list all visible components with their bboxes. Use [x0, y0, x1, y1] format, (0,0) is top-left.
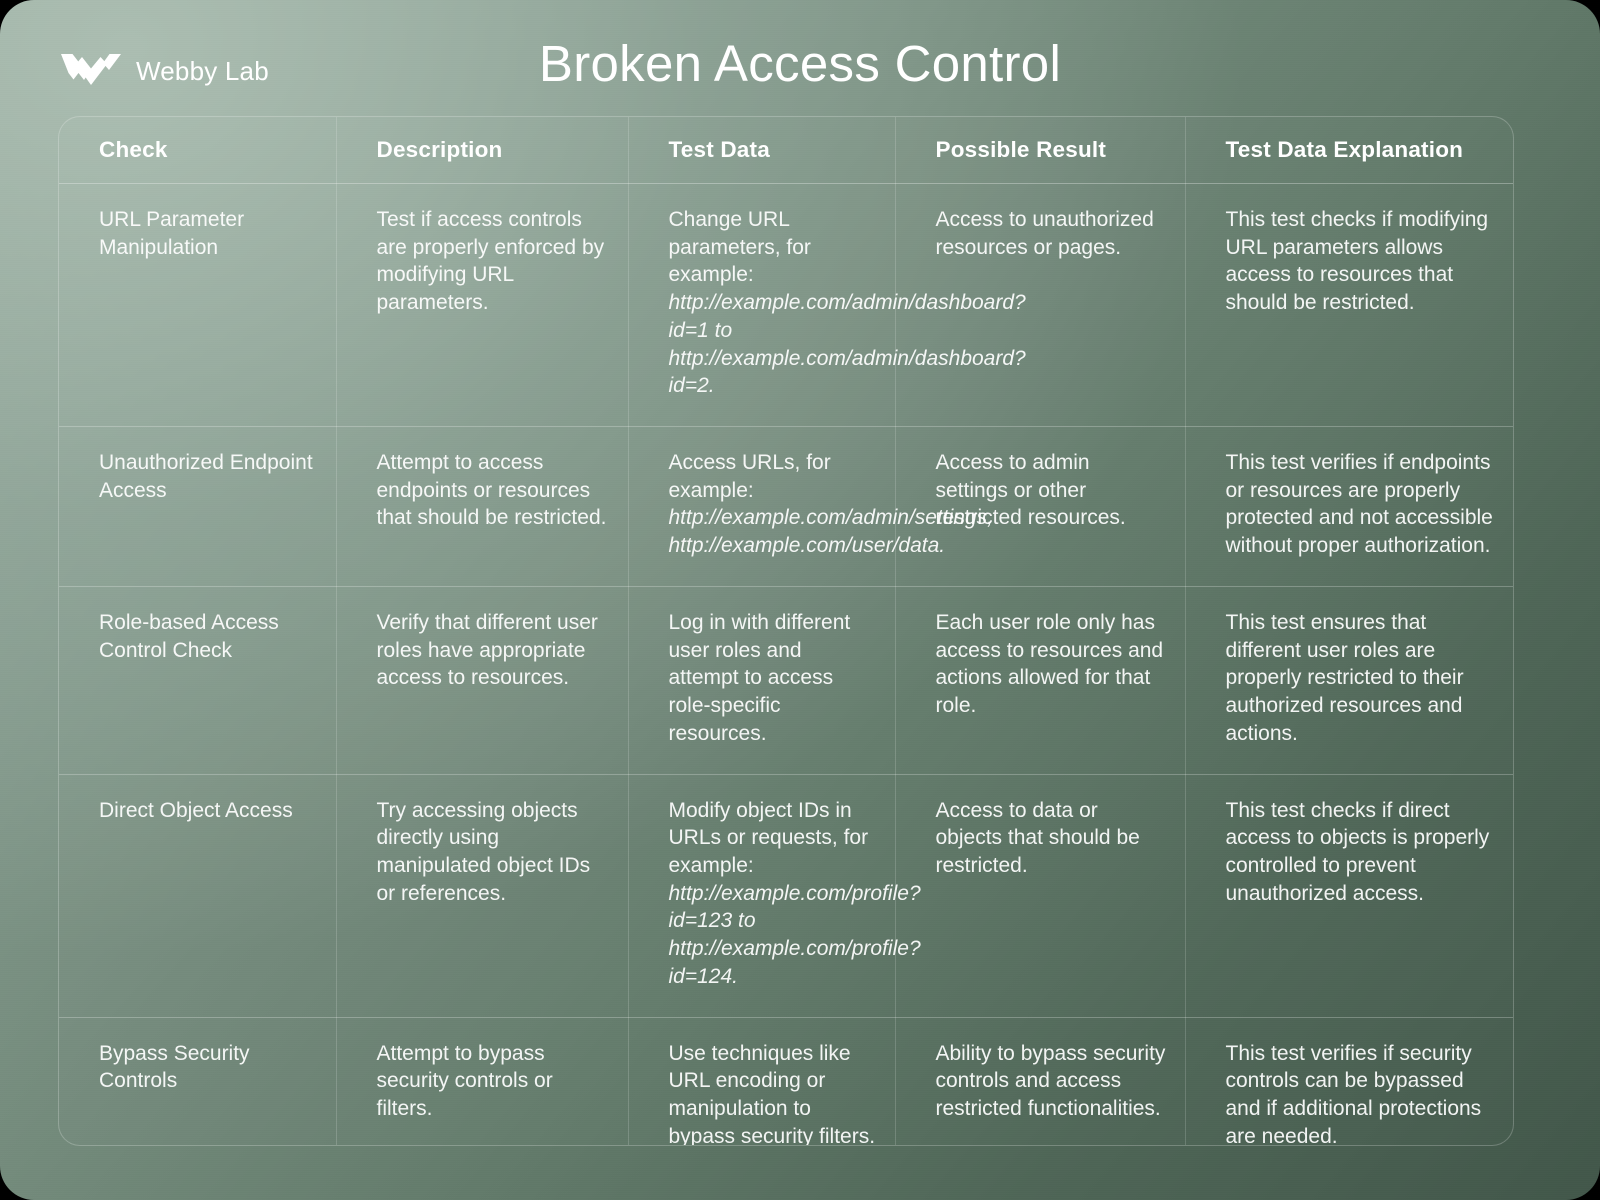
- cell-description: Attempt to access endpoints or resources…: [336, 426, 629, 587]
- cell-check: Unauthorized Endpoint Access: [59, 426, 337, 587]
- description: Attempt to access endpoints or resources…: [376, 451, 607, 530]
- possible-result: Access to unauthorized resources or page…: [935, 208, 1160, 259]
- table-head: Check Description Test Data Possible Res…: [59, 117, 1513, 184]
- test-data-lead: Use techniques like URL encoding or mani…: [668, 1041, 876, 1146]
- possible-result: Access to admin settings or other restri…: [935, 451, 1126, 530]
- table-header-row: Check Description Test Data Possible Res…: [59, 117, 1513, 184]
- description: Test if access controls are properly enf…: [376, 208, 610, 315]
- test-data-lead: Access URLs, for example:: [668, 451, 831, 502]
- cell-check: Direct Object Access: [59, 774, 337, 1018]
- column-header-test-data: Test Data: [628, 117, 896, 184]
- test-data-explanation: This test checks if modifying URL parame…: [1225, 208, 1494, 315]
- table-row: Role-based Access Control Check Verify t…: [59, 586, 1513, 775]
- page-title: Broken Access Control: [538, 35, 1062, 92]
- check-name: Bypass Security Controls: [99, 1041, 256, 1093]
- cell-test-data: Use techniques like URL encoding or mani…: [628, 1017, 896, 1146]
- table-row: URL Parameter Manipulation Test if acces…: [59, 183, 1513, 428]
- description: Attempt to bypass security controls or f…: [376, 1041, 559, 1120]
- cell-description: Attempt to bypass security controls or f…: [336, 1017, 629, 1145]
- checks-table: Check Description Test Data Possible Res…: [59, 117, 1513, 1146]
- slide-header: Webby Lab Broken Access Control: [0, 0, 1600, 118]
- possible-result: Ability to bypass security controls and …: [935, 1041, 1172, 1120]
- check-name: URL Parameter Manipulation: [99, 208, 250, 259]
- cell-explanation: This test ensures that different user ro…: [1185, 586, 1513, 775]
- test-data-explanation: This test verifies if endpoints or resou…: [1225, 451, 1499, 558]
- column-header-check: Check: [59, 117, 337, 184]
- description: Try accessing objects directly using man…: [376, 798, 596, 905]
- cell-description: Verify that different user roles have ap…: [336, 586, 629, 775]
- cell-test-data: Change URL parameters, for example: http…: [628, 183, 1026, 428]
- test-data-explanation: This test ensures that different user ro…: [1225, 610, 1470, 745]
- cell-check: URL Parameter Manipulation: [59, 183, 337, 428]
- column-header-description: Description: [336, 117, 629, 184]
- table-row: Direct Object Access Try accessing objec…: [59, 774, 1513, 1018]
- check-name: Role-based Access Control Check: [99, 610, 285, 662]
- test-data-lead: Change URL parameters, for example:: [668, 208, 811, 287]
- table-body: URL Parameter Manipulation Test if acces…: [59, 183, 1513, 1146]
- cell-possible-result: Each user role only has access to resour…: [895, 586, 1186, 775]
- test-data-lead: Modify object IDs in URLs or requests, f…: [668, 798, 869, 877]
- description: Verify that different user roles have ap…: [376, 610, 604, 690]
- cell-possible-result: Access to data or objects that should be…: [895, 774, 1186, 1018]
- check-name: Direct Object Access: [99, 798, 293, 822]
- cell-description: Test if access controls are properly enf…: [336, 183, 629, 428]
- check-name: Unauthorized Endpoint Access: [99, 451, 318, 502]
- test-data-lead: Log in with different user roles and att…: [668, 610, 851, 745]
- cell-test-data: Modify object IDs in URLs or requests, f…: [628, 774, 921, 1018]
- cell-explanation: This test checks if modifying URL parame…: [1185, 183, 1513, 428]
- possible-result: Access to data or objects that should be…: [935, 798, 1146, 877]
- table-row: Unauthorized Endpoint Access Attempt to …: [59, 426, 1513, 587]
- cell-description: Try accessing objects directly using man…: [336, 774, 629, 1018]
- cell-possible-result: Ability to bypass security controls and …: [895, 1017, 1186, 1145]
- test-data-explanation: This test checks if direct access to obj…: [1225, 798, 1496, 905]
- cell-check: Role-based Access Control Check: [59, 586, 337, 775]
- cell-explanation: This test verifies if security controls …: [1185, 1017, 1513, 1146]
- checks-table-card: Check Description Test Data Possible Res…: [58, 116, 1514, 1146]
- table-row: Bypass Security Controls Attempt to bypa…: [59, 1017, 1513, 1146]
- cell-possible-result: Access to admin settings or other restri…: [895, 426, 1186, 587]
- slide-canvas: Webby Lab Broken Access Control Check De…: [0, 0, 1600, 1200]
- cell-explanation: This test checks if direct access to obj…: [1185, 774, 1513, 1018]
- cell-test-data: Log in with different user roles and att…: [628, 586, 896, 775]
- cell-test-data: Access URLs, for example: http://example…: [628, 426, 993, 587]
- cell-explanation: This test verifies if endpoints or resou…: [1185, 426, 1513, 587]
- test-data-explanation: This test verifies if security controls …: [1225, 1041, 1488, 1146]
- test-data-url: http://example.com/profile?id=123 to htt…: [668, 881, 921, 988]
- column-header-possible-result: Possible Result: [895, 117, 1186, 184]
- cell-check: Bypass Security Controls: [59, 1017, 337, 1145]
- possible-result: Each user role only has access to resour…: [935, 610, 1169, 718]
- column-header-explanation: Test Data Explanation: [1185, 117, 1513, 184]
